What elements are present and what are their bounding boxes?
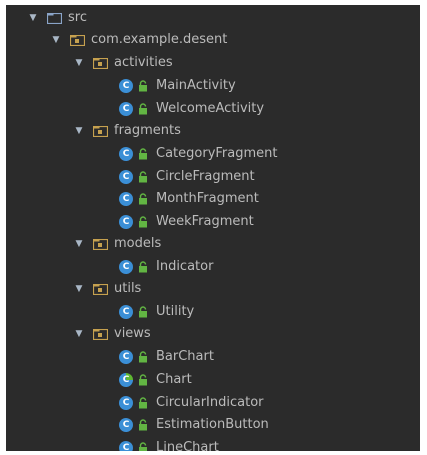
tree-label-utils: utils bbox=[114, 281, 142, 296]
tree-node-src[interactable]: ▼ src bbox=[6, 7, 420, 29]
triangle-down-icon[interactable]: ▼ bbox=[28, 13, 38, 23]
tree-node-activities[interactable]: ▼ activities bbox=[6, 52, 420, 74]
lock-icon bbox=[139, 216, 147, 228]
tree-node-week-fragment[interactable]: C WeekFragment bbox=[6, 211, 420, 233]
tree-label-month-fragment: MonthFragment bbox=[156, 191, 259, 206]
class-icon: C bbox=[119, 418, 133, 432]
triangle-down-icon[interactable]: ▼ bbox=[74, 329, 84, 339]
tree-label-main-activity: MainActivity bbox=[156, 78, 236, 93]
class-icon: C bbox=[119, 350, 133, 364]
tree-node-main-activity[interactable]: C MainActivity bbox=[6, 75, 420, 97]
tree-label-views: views bbox=[114, 326, 151, 341]
tree-label-bar-chart: BarChart bbox=[156, 349, 214, 364]
lock-icon bbox=[139, 306, 147, 318]
class-icon: C bbox=[119, 441, 133, 451]
tree-label-fragments: fragments bbox=[114, 123, 181, 138]
tree-label-package: com.example.desent bbox=[91, 32, 228, 47]
lock-icon bbox=[139, 148, 147, 160]
tree-node-circular-indicator[interactable]: C CircularIndicator bbox=[6, 392, 420, 414]
package-folder-icon bbox=[70, 34, 85, 46]
class-icon: C bbox=[119, 147, 133, 161]
class-icon: C bbox=[119, 396, 133, 410]
lock-icon bbox=[139, 171, 147, 183]
tree-label-src: src bbox=[68, 10, 87, 25]
class-icon: C bbox=[119, 215, 133, 229]
lock-icon bbox=[139, 261, 147, 273]
triangle-down-icon[interactable]: ▼ bbox=[74, 284, 84, 294]
lock-icon bbox=[139, 80, 147, 92]
tree-node-welcome-activity[interactable]: C WelcomeActivity bbox=[6, 98, 420, 120]
tree-node-utils[interactable]: ▼ utils bbox=[6, 278, 420, 300]
tree-node-models[interactable]: ▼ models bbox=[6, 233, 420, 255]
tree-label-line-chart: LineChart bbox=[156, 440, 219, 451]
folder-icon bbox=[93, 328, 108, 340]
source-folder-icon bbox=[47, 12, 62, 24]
tree-node-utility[interactable]: C Utility bbox=[6, 301, 420, 323]
tree-label-circle-fragment: CircleFragment bbox=[156, 169, 255, 184]
triangle-down-icon[interactable]: ▼ bbox=[74, 239, 84, 249]
tree-label-utility: Utility bbox=[156, 304, 195, 319]
lock-icon bbox=[139, 442, 147, 451]
project-tree-panel: ▼ src ▼ com.example.desent ▼ activities … bbox=[6, 5, 420, 451]
lock-icon bbox=[139, 103, 147, 115]
tree-node-bar-chart[interactable]: C BarChart bbox=[6, 346, 420, 368]
tree-label-week-fragment: WeekFragment bbox=[156, 214, 254, 229]
tree-node-line-chart[interactable]: C LineChart bbox=[6, 437, 420, 451]
triangle-down-icon[interactable]: ▼ bbox=[74, 126, 84, 136]
class-icon: C bbox=[119, 305, 133, 319]
tree-label-welcome-activity: WelcomeActivity bbox=[156, 101, 265, 116]
tree-node-views[interactable]: ▼ views bbox=[6, 323, 420, 345]
tree-label-activities: activities bbox=[114, 55, 173, 70]
lock-icon bbox=[139, 397, 147, 409]
tree-node-circle-fragment[interactable]: C CircleFragment bbox=[6, 166, 420, 188]
triangle-down-icon[interactable]: ▼ bbox=[74, 58, 84, 68]
class-icon: C bbox=[119, 79, 133, 93]
tree-label-chart: Chart bbox=[156, 372, 192, 387]
lock-icon bbox=[139, 193, 147, 205]
tree-node-month-fragment[interactable]: C MonthFragment bbox=[6, 188, 420, 210]
lock-icon bbox=[139, 419, 147, 431]
lock-icon bbox=[139, 374, 147, 386]
abstract-class-icon: C bbox=[119, 373, 133, 387]
folder-icon bbox=[93, 238, 108, 250]
tree-label-indicator: Indicator bbox=[156, 259, 214, 274]
tree-label-circular-indicator: CircularIndicator bbox=[156, 395, 264, 410]
tree-node-fragments[interactable]: ▼ fragments bbox=[6, 120, 420, 142]
tree-node-chart[interactable]: C Chart bbox=[6, 369, 420, 391]
class-icon: C bbox=[119, 260, 133, 274]
class-icon: C bbox=[119, 170, 133, 184]
tree-label-estimation-button: EstimationButton bbox=[156, 417, 269, 432]
class-icon: C bbox=[119, 192, 133, 206]
tree-label-models: models bbox=[114, 236, 162, 251]
tree-node-category-fragment[interactable]: C CategoryFragment bbox=[6, 143, 420, 165]
tree-label-category-fragment: CategoryFragment bbox=[156, 146, 278, 161]
tree-node-indicator[interactable]: C Indicator bbox=[6, 256, 420, 278]
class-icon: C bbox=[119, 102, 133, 116]
lock-icon bbox=[139, 351, 147, 363]
tree-node-estimation-button[interactable]: C EstimationButton bbox=[6, 414, 420, 436]
folder-icon bbox=[93, 57, 108, 69]
folder-icon bbox=[93, 283, 108, 295]
triangle-down-icon[interactable]: ▼ bbox=[51, 35, 61, 45]
tree-node-package[interactable]: ▼ com.example.desent bbox=[6, 29, 420, 51]
folder-icon bbox=[93, 125, 108, 137]
